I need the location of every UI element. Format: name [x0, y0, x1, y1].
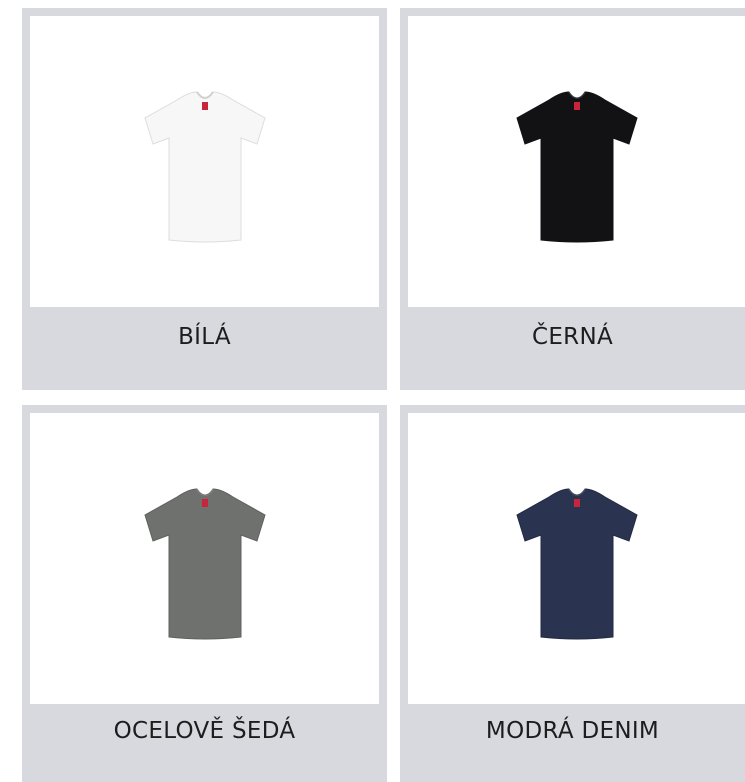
product-color-card-white[interactable]: BÍLÁ: [22, 8, 387, 390]
color-label: OCELOVĚ ŠEDÁ: [113, 718, 296, 744]
color-label: ČERNÁ: [531, 324, 613, 350]
color-label: MODRÁ DENIM: [485, 718, 660, 744]
product-color-card-denim-blue[interactable]: MODRÁ DENIM: [400, 405, 745, 782]
product-image[interactable]: [30, 413, 379, 704]
product-color-card-black[interactable]: ČERNÁ: [400, 8, 745, 390]
product-image[interactable]: [408, 413, 745, 704]
steel-grey-tshirt-icon: [143, 487, 266, 639]
product-image[interactable]: [408, 16, 745, 307]
denim-blue-tshirt-icon: [515, 487, 638, 639]
product-image[interactable]: [30, 16, 379, 307]
product-color-card-steel-grey[interactable]: OCELOVĚ ŠEDÁ: [22, 405, 387, 782]
white-tshirt-icon: [143, 90, 266, 242]
color-label: BÍLÁ: [178, 324, 231, 350]
black-tshirt-icon: [515, 90, 638, 242]
